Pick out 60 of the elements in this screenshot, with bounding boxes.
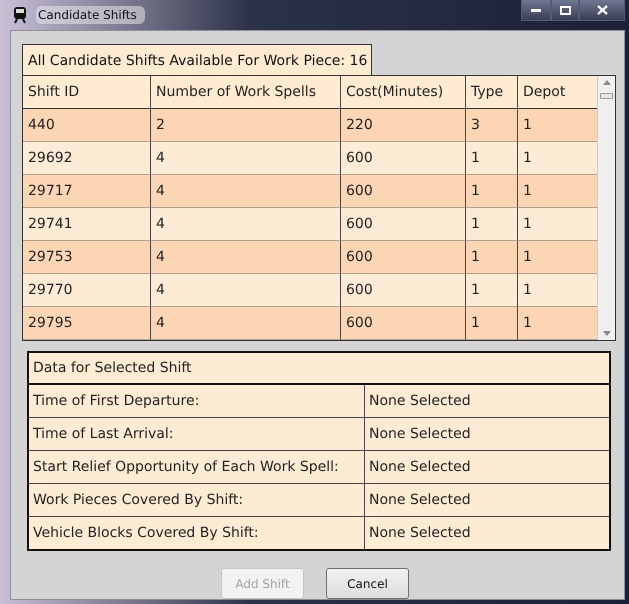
table-cell: 1 [466,208,518,241]
table-cell: 1 [466,142,518,175]
table-cell: 4 [151,274,341,307]
window-title: Candidate Shifts [36,6,145,24]
detail-value: None Selected [368,491,472,510]
table-cell: 4 [151,208,341,241]
table-cell: 440 [23,109,151,142]
detail-label: Time of Last Arrival: [29,418,365,450]
table-cell: 600 [341,241,466,274]
minimize-icon [531,8,541,12]
detail-value: None Selected [368,458,472,477]
table-cell: 29692 [23,142,151,175]
table-cell: 4 [151,175,341,208]
table-cell: 600 [341,142,466,175]
table-cell: 1 [466,241,518,274]
table-cell: 600 [341,307,466,340]
close-icon [596,5,608,15]
maximize-icon [560,6,570,14]
column-header[interactable]: Type [466,76,518,109]
detail-value: None Selected [368,392,472,411]
table-cell: 4 [151,307,341,340]
table-cell: 29795 [23,307,151,340]
table-cell: 1 [466,274,518,307]
detail-label: Start Relief Opportunity of Each Work Spell: [29,451,365,483]
train-icon [12,6,28,24]
table-cell: 1 [518,175,597,208]
table-cell: 29741 [23,208,151,241]
maximize-button[interactable] [551,0,579,21]
table-cell: 600 [341,274,466,307]
minimize-button[interactable] [521,0,551,21]
table-cell: 220 [341,109,466,142]
scroll-thumb[interactable] [600,93,613,99]
table-cell: 1 [466,307,518,340]
detail-value: None Selected [368,524,472,543]
detail-label: Work Pieces Covered By Shift: [29,484,365,516]
table-cell: 600 [341,208,466,241]
shifts-header: All Candidate Shifts Available For Work Piece: 16 [22,44,372,75]
details-title: Data for Selected Shift [29,353,609,385]
scroll-down-icon[interactable] [602,331,610,336]
table-cell: 4 [151,241,341,274]
detail-label: Time of First Departure: [29,385,365,417]
table-cell: 29770 [23,274,151,307]
detail-value: None Selected [368,425,472,444]
detail-label: Vehicle Blocks Covered By Shift: [29,517,365,549]
table-cell: 1 [518,241,597,274]
table-cell: 4 [151,142,341,175]
table-cell: 29753 [23,241,151,274]
column-header[interactable]: Shift ID [23,76,151,109]
table-cell: 29717 [23,175,151,208]
table-cell: 1 [518,109,597,142]
table-cell: 2 [151,109,341,142]
column-header[interactable]: Number of Work Spells [151,76,341,109]
column-header[interactable]: Cost(Minutes) [341,76,466,109]
scroll-up-icon[interactable] [602,80,610,85]
table-cell: 1 [466,175,518,208]
cancel-button[interactable]: Cancel [326,568,409,599]
table-cell: 1 [518,307,597,340]
table-cell: 600 [341,175,466,208]
close-button[interactable] [579,0,625,21]
table-cell: 3 [466,109,518,142]
